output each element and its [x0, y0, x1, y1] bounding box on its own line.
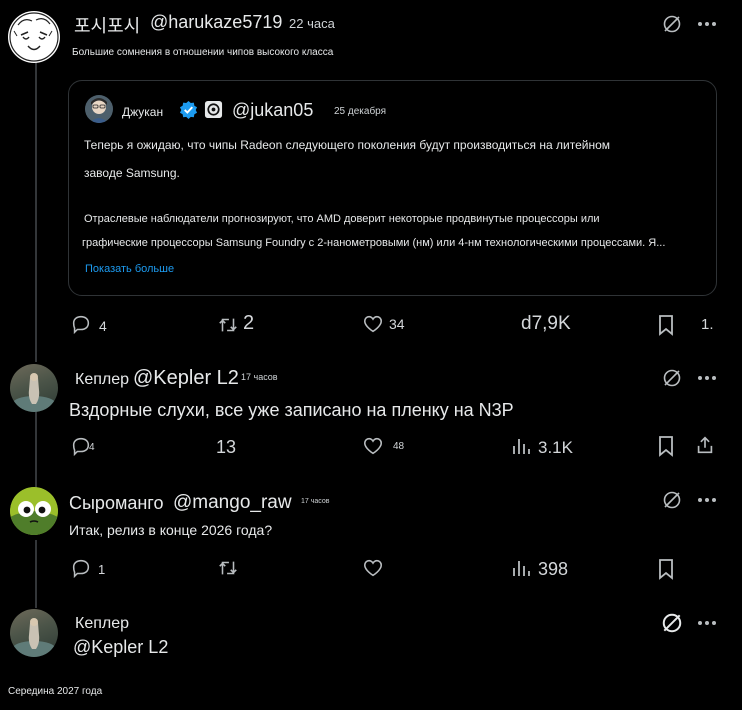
reply-icon[interactable]	[70, 313, 92, 335]
repost-count: 2	[243, 312, 255, 334]
reply-icon[interactable]	[70, 557, 92, 579]
author-handle[interactable]: @Kepler L2	[73, 637, 168, 658]
post-subtitle: Большие сомнения в отношении чипов высок…	[72, 47, 334, 58]
like-count: 48	[393, 441, 405, 452]
quote-text-line: Теперь я ожидаю, что чипы Radeon следующ…	[84, 138, 611, 152]
views-icon[interactable]	[511, 558, 531, 578]
share-icon[interactable]	[694, 434, 716, 456]
author-handle[interactable]: @mango_raw	[173, 492, 292, 514]
bookmark-icon[interactable]	[656, 314, 676, 336]
affiliate-badge-icon	[204, 100, 223, 119]
post-text: Итак, релиз в конце 2026 года?	[69, 522, 273, 538]
quote-author-name[interactable]: Джукан	[122, 105, 163, 119]
quote-text-line: заводе Samsung.	[84, 166, 180, 180]
quote-text-line: графические процессоры Samsung Foundry с…	[82, 237, 666, 249]
more-dots-icon[interactable]	[698, 376, 716, 380]
post-text: Вздорные слухи, все уже записано на плен…	[69, 400, 514, 420]
avatar-image-icon	[12, 618, 56, 657]
reply-count: 4	[89, 442, 95, 453]
repost-icon[interactable]	[217, 557, 239, 579]
avatar-face-icon	[9, 12, 59, 62]
view-count: 398	[538, 559, 569, 579]
author-name[interactable]: Сыроманго	[69, 493, 163, 514]
post-text: Середина 2027 года	[8, 686, 103, 697]
thread-line	[35, 540, 37, 608]
more-dots-icon[interactable]	[698, 498, 716, 502]
repost-icon[interactable]	[217, 314, 239, 336]
reply-count: 1	[98, 562, 106, 577]
grok-icon[interactable]	[662, 368, 682, 388]
avatar[interactable]	[8, 11, 60, 63]
quote-author-handle[interactable]: @jukan05	[232, 100, 313, 121]
verified-badge-icon	[179, 100, 198, 119]
like-icon[interactable]	[362, 435, 384, 457]
post-time[interactable]: 22 часа	[289, 16, 335, 31]
more-dots-icon[interactable]	[698, 621, 716, 625]
reply-count: 4	[99, 318, 107, 334]
thread-line	[35, 62, 37, 362]
quote-avatar-image-icon	[85, 95, 113, 123]
grok-icon[interactable]	[662, 490, 682, 510]
like-count: 34	[389, 316, 405, 332]
repost-count: 13	[216, 437, 237, 457]
avatar[interactable]	[10, 609, 58, 657]
quote-date[interactable]: 25 декабря	[334, 106, 386, 117]
post-time[interactable]: 17 часов	[301, 498, 329, 505]
bookmark-icon[interactable]	[656, 435, 676, 457]
like-icon[interactable]	[362, 557, 384, 579]
grok-icon[interactable]	[662, 14, 682, 34]
bookmark-icon[interactable]	[656, 558, 676, 580]
author-name[interactable]: 포시포시	[74, 12, 140, 38]
avatar[interactable]	[10, 487, 58, 535]
grok-icon[interactable]	[661, 612, 683, 634]
author-name[interactable]: Кеплер	[75, 371, 129, 389]
thread-line	[35, 410, 37, 488]
author-handle[interactable]: @Kepler L2	[133, 367, 239, 390]
share-label[interactable]: 1.	[701, 316, 714, 333]
author-name[interactable]: Кеплер	[75, 615, 129, 633]
avatar[interactable]	[10, 364, 58, 412]
views-icon[interactable]	[511, 436, 531, 456]
more-dots-icon[interactable]	[698, 22, 716, 26]
quoted-post-card[interactable]: Джукан @jukan05 25 декабря Теперь я ожид…	[68, 80, 717, 296]
view-count[interactable]: d7,9K	[521, 313, 571, 335]
post-time[interactable]: 17 часов	[241, 372, 278, 382]
avatar-image-icon	[12, 373, 56, 412]
quote-text-line: Отраслевые наблюдатели прогнозируют, что…	[84, 213, 600, 225]
like-icon[interactable]	[362, 313, 384, 335]
view-count: 3.1K	[538, 438, 573, 457]
show-more-link[interactable]: Показать больше	[85, 263, 174, 275]
quote-avatar[interactable]	[85, 95, 113, 123]
author-handle[interactable]: @harukaze5719	[150, 12, 282, 33]
avatar-mango-icon	[10, 487, 58, 535]
